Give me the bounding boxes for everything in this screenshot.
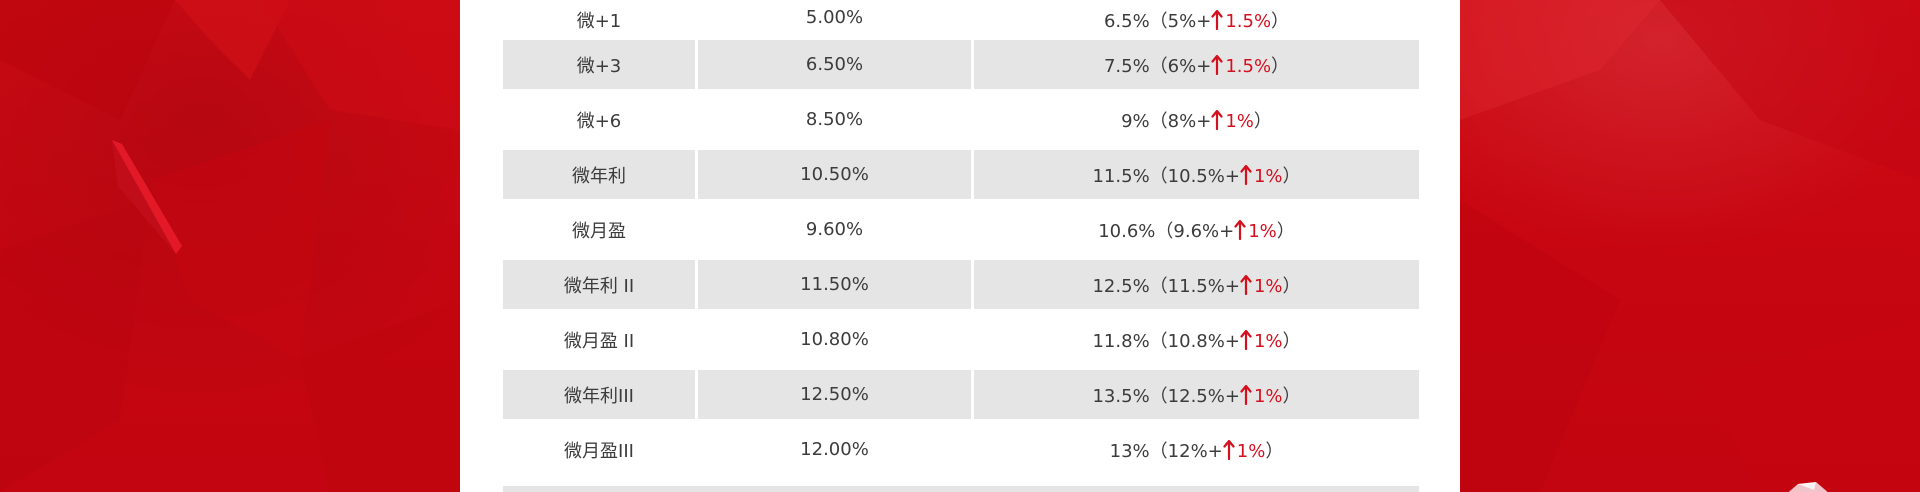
formula-base: （8%+ bbox=[1149, 110, 1212, 132]
formula-close: ） bbox=[1282, 165, 1301, 187]
product-name-cell: 微月盈 bbox=[572, 220, 626, 242]
table-bottom-edge bbox=[503, 486, 1419, 492]
new-rate-cell: 7.5%（6%+ 1.5%） bbox=[971, 37, 1419, 92]
rate-increase: 1% bbox=[1248, 220, 1277, 242]
formula-close: ） bbox=[1253, 110, 1272, 132]
rates-panel: 微+1 5.00% 6.5%（5%+ 1.5%） 微+3 6.50% 7.5%（6%+ 1.5… bbox=[460, 0, 1460, 492]
new-rate-cell: 9%（8%+ 1%） bbox=[971, 92, 1419, 147]
table-row: 微+1 5.00% 6.5%（5%+ 1.5%） bbox=[503, 0, 1419, 37]
product-name-cell: 微+6 bbox=[576, 110, 622, 132]
table-row: 微+3 6.50% 7.5%（6%+ 1.5%） bbox=[503, 37, 1419, 92]
formula-close: ） bbox=[1271, 11, 1290, 32]
rate-increase: 1% bbox=[1253, 385, 1283, 407]
new-rate-value: 11.8% bbox=[1092, 330, 1150, 352]
up-arrow-icon bbox=[1240, 164, 1252, 185]
table-row: 微年利 10.50% 11.5%（10.5%+ 1%） bbox=[503, 147, 1419, 202]
formula-base: （9.6%+ bbox=[1155, 220, 1235, 242]
product-name-cell: 微+1 bbox=[576, 11, 622, 32]
base-rate-cell: 10.80% bbox=[695, 312, 971, 367]
new-rate-value: 13.5% bbox=[1092, 385, 1150, 407]
base-rate-cell: 10.50% bbox=[695, 147, 971, 202]
rates-table: 微+1 5.00% 6.5%（5%+ 1.5%） 微+3 6.50% 7.5%（6%+ 1.5… bbox=[503, 0, 1419, 477]
new-rate-value: 13% bbox=[1109, 440, 1150, 462]
up-arrow-icon bbox=[1240, 384, 1252, 405]
table-row: 微月盈 9.60% 10.6%（9.6%+ 1%） bbox=[503, 202, 1419, 257]
up-arrow-icon bbox=[1240, 274, 1252, 295]
rate-increase: 1% bbox=[1225, 110, 1254, 132]
formula-base: （10.8%+ bbox=[1149, 330, 1240, 352]
base-rate-cell: 11.50% bbox=[695, 257, 971, 312]
base-rate-cell: 5.00% bbox=[695, 0, 971, 37]
formula-base: （11.5%+ bbox=[1149, 275, 1240, 297]
base-rate-cell: 12.50% bbox=[695, 367, 971, 422]
new-rate-value: 10.6% bbox=[1098, 220, 1156, 242]
new-rate-cell: 6.5%（5%+ 1.5%） bbox=[971, 0, 1419, 37]
new-rate-value: 7.5% bbox=[1103, 55, 1150, 77]
rate-increase: 1% bbox=[1236, 440, 1266, 462]
new-rate-cell: 13%（12%+ 1%） bbox=[971, 422, 1419, 477]
new-rate-cell: 10.6%（9.6%+ 1%） bbox=[971, 202, 1419, 257]
product-name-cell: 微年利 II bbox=[503, 257, 695, 312]
formula-close: ） bbox=[1282, 330, 1301, 352]
up-arrow-icon bbox=[1211, 109, 1223, 130]
new-rate-cell: 13.5%（12.5%+ 1%） bbox=[971, 367, 1419, 422]
formula-base: （6%+ bbox=[1149, 55, 1212, 77]
table-row: 微年利 II 11.50% 12.5%（11.5%+ 1%） bbox=[503, 257, 1419, 312]
base-rate-cell: 8.50% bbox=[695, 92, 971, 147]
new-rate-cell: 12.5%（11.5%+ 1%） bbox=[971, 257, 1419, 312]
rate-increase: 1% bbox=[1253, 330, 1283, 352]
product-name-cell: 微月盈 II bbox=[563, 330, 635, 352]
new-rate-cell: 11.8%（10.8%+ 1%） bbox=[971, 312, 1419, 367]
formula-close: ） bbox=[1276, 220, 1295, 242]
new-rate-value: 9% bbox=[1121, 110, 1150, 132]
new-rate-value: 12.5% bbox=[1092, 275, 1150, 297]
new-rate-value: 6.5% bbox=[1103, 11, 1150, 32]
decorative-gem-icon bbox=[1788, 482, 1828, 492]
table-row: 微+6 8.50% 9%（8%+ 1%） bbox=[503, 92, 1419, 147]
formula-close: ） bbox=[1271, 55, 1290, 77]
new-rate-value: 11.5% bbox=[1092, 165, 1150, 187]
product-name-cell: 微年利III bbox=[503, 367, 695, 422]
base-rate-cell: 12.00% bbox=[695, 422, 971, 477]
rate-increase: 1% bbox=[1253, 275, 1283, 297]
formula-close: ） bbox=[1282, 275, 1301, 297]
product-name-cell: 微年利 bbox=[503, 147, 695, 202]
rate-increase: 1.5% bbox=[1225, 55, 1272, 77]
product-name-cell: 微月盈III bbox=[564, 440, 634, 462]
table-row: 微年利III 12.50% 13.5%（12.5%+ 1%） bbox=[503, 367, 1419, 422]
rate-increase: 1.5% bbox=[1225, 11, 1272, 32]
new-rate-cell: 11.5%（10.5%+ 1%） bbox=[971, 147, 1419, 202]
formula-base: （12.5%+ bbox=[1149, 385, 1240, 407]
table-row: 微月盈III 12.00% 13%（12%+ 1%） bbox=[503, 422, 1419, 477]
up-arrow-icon bbox=[1211, 10, 1223, 30]
up-arrow-icon bbox=[1234, 219, 1246, 240]
formula-close: ） bbox=[1282, 385, 1301, 407]
formula-close: ） bbox=[1265, 440, 1284, 462]
up-arrow-icon bbox=[1240, 329, 1252, 350]
formula-base: （12%+ bbox=[1149, 440, 1223, 462]
rate-increase: 1% bbox=[1253, 165, 1283, 187]
formula-base: （10.5%+ bbox=[1149, 165, 1240, 187]
base-rate-cell: 6.50% bbox=[695, 37, 971, 92]
product-name-cell: 微+3 bbox=[503, 37, 695, 92]
up-arrow-icon bbox=[1211, 54, 1223, 75]
table-row: 微月盈 II 10.80% 11.8%（10.8%+ 1%） bbox=[503, 312, 1419, 367]
formula-base: （5%+ bbox=[1149, 11, 1212, 32]
base-rate-cell: 9.60% bbox=[695, 202, 971, 257]
up-arrow-icon bbox=[1223, 439, 1235, 460]
